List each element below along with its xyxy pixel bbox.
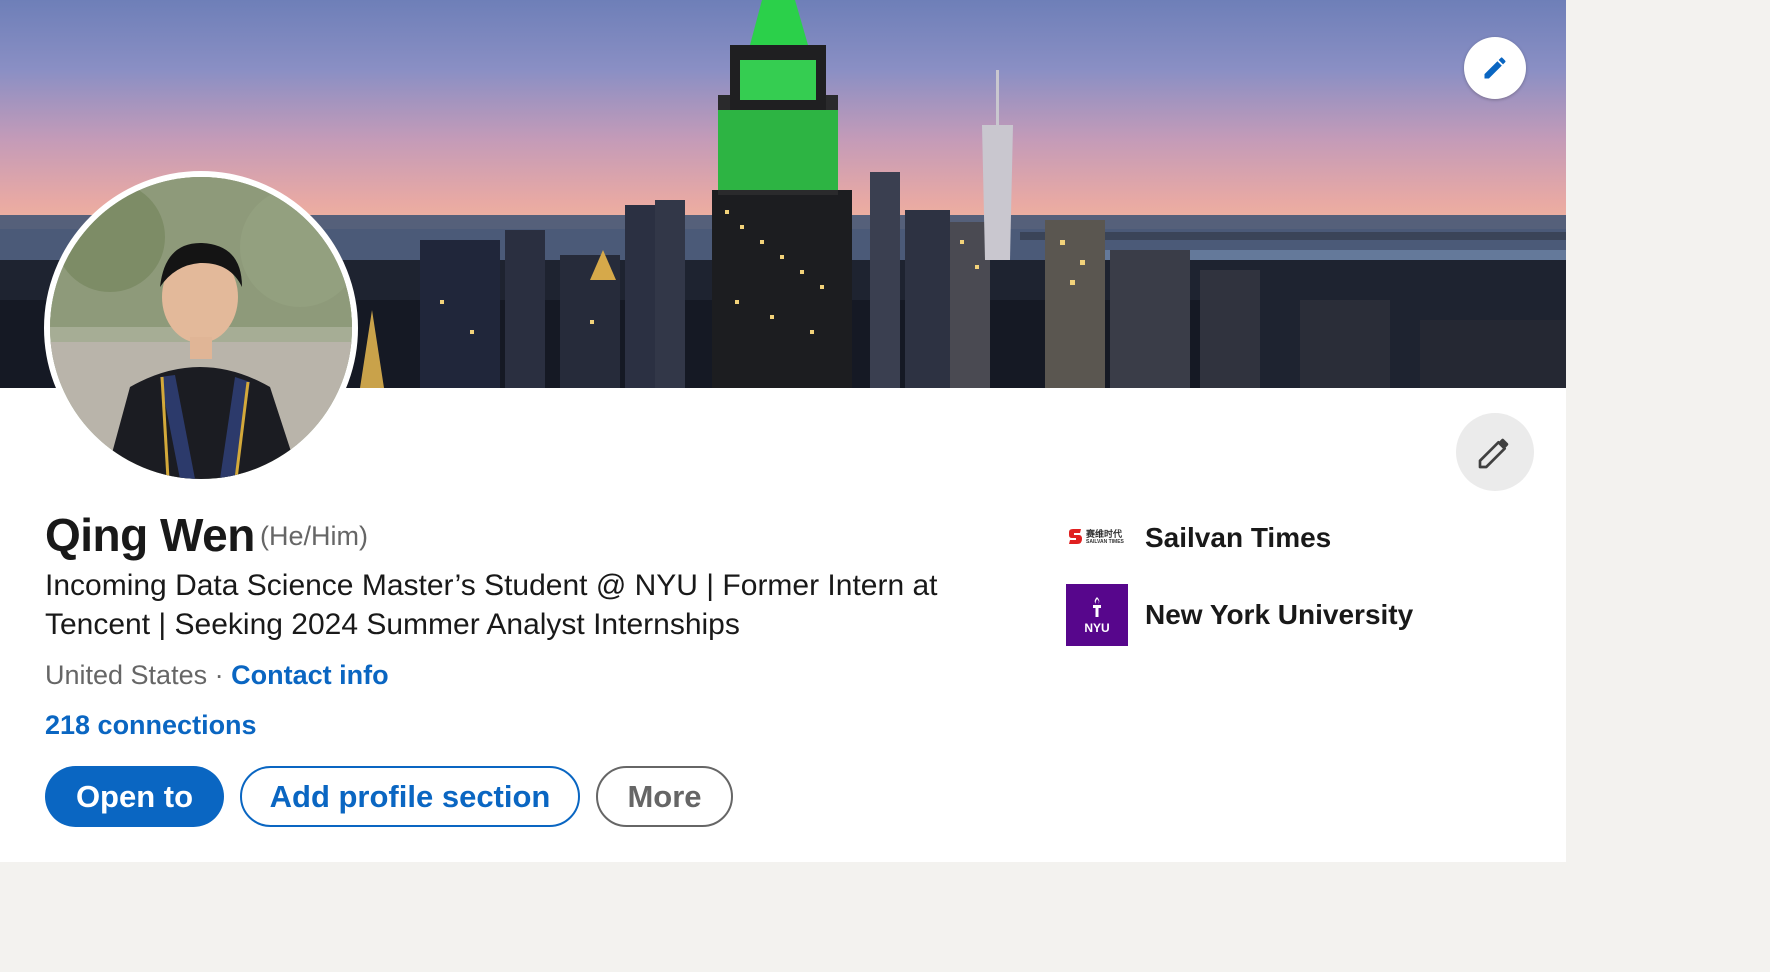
pencil-icon	[1478, 438, 1509, 469]
org-name-new-york-university: New York University	[1145, 599, 1414, 630]
open-to-button[interactable]: Open to	[45, 766, 224, 827]
profile-photo[interactable]	[44, 171, 358, 485]
profile-card: Qing Wen (He/Him) Incoming Data Science …	[0, 0, 1566, 862]
connections-link[interactable]: 218 connections	[45, 710, 257, 741]
org-name-sailvan-times: Sailvan Times	[1145, 522, 1332, 553]
org-item-new-york-university[interactable]: NYU New York University	[1066, 584, 1413, 646]
page-background-right	[1566, 0, 1770, 972]
profile-name: Qing Wen	[45, 509, 255, 561]
page-background-bottom	[0, 862, 1770, 972]
org-item-sailvan-times[interactable]: 赛维时代 SAILVAN TIMES Sailvan Times	[1066, 508, 1331, 568]
edit-intro-button[interactable]	[1456, 413, 1534, 491]
profile-location: United States	[45, 660, 208, 690]
profile-headline: Incoming Data Science Master’s Student @…	[45, 569, 938, 641]
profile-pronouns: (He/Him)	[260, 521, 368, 551]
edit-banner-button[interactable]	[1464, 37, 1526, 99]
separator-dot: ·	[214, 660, 224, 690]
sailvan-logo-label: 赛维时代 SAILVAN TIMES	[1086, 529, 1126, 545]
sailvan-logo-en: SAILVAN TIMES	[1086, 539, 1124, 545]
pencil-icon	[1484, 57, 1506, 79]
nyu-logo: NYU	[1066, 584, 1128, 646]
more-button[interactable]: More	[596, 766, 733, 827]
avatar-image	[50, 177, 352, 479]
add-profile-section-button[interactable]: Add profile section	[240, 766, 580, 827]
torch-icon	[1093, 597, 1101, 617]
location-row: United States · Contact info	[45, 660, 389, 691]
contact-info-link[interactable]: Contact info	[231, 660, 388, 690]
nyu-logo-text: NYU	[1084, 621, 1110, 635]
sailvan-logo-cn: 赛维时代	[1086, 529, 1123, 539]
